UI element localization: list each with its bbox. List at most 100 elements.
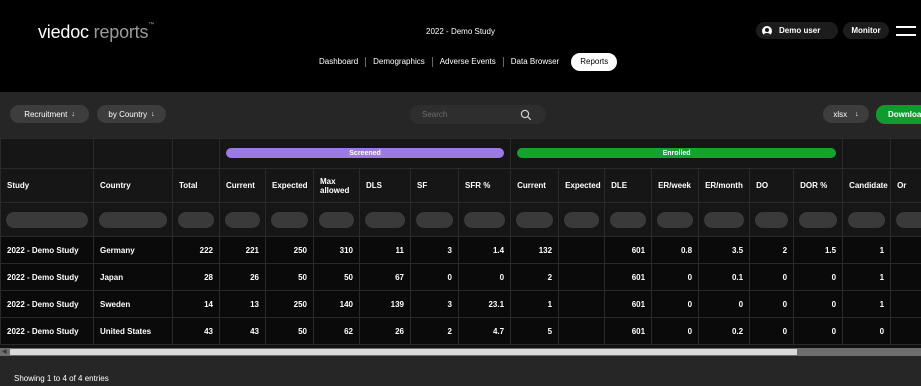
- tab-dashboard[interactable]: Dashboard: [312, 53, 365, 71]
- table-cell: 0: [651, 263, 700, 291]
- table-cell: 4.7: [457, 317, 512, 345]
- screened-group-label: Screened: [226, 148, 505, 158]
- column-filter-input[interactable]: [464, 212, 506, 228]
- column-filter-cell: [510, 202, 560, 237]
- column-header[interactable]: ER/month: [698, 168, 751, 203]
- table-cell: 0: [749, 290, 795, 318]
- column-group-row: Screened Enrolled: [0, 138, 921, 169]
- column-filter-input[interactable]: [896, 212, 921, 228]
- column-filter-input[interactable]: [755, 212, 789, 228]
- group-by-dropdown[interactable]: by Country ↓: [97, 105, 166, 123]
- column-filter-input[interactable]: [178, 212, 214, 228]
- main-nav: Dashboard Demographics Adverse Events Da…: [312, 53, 618, 71]
- table-cell: [558, 317, 606, 345]
- column-filter-cell: [313, 202, 360, 237]
- enrolled-group-label: Enrolled: [517, 148, 837, 158]
- table-cell: 2022 - Demo Study: [0, 290, 94, 318]
- column-header[interactable]: DLE: [604, 168, 653, 203]
- table-cell: 1: [510, 290, 560, 318]
- table-cell: 1: [842, 236, 892, 264]
- tab-demographics[interactable]: Demographics: [366, 53, 432, 71]
- tab-adverse-events[interactable]: Adverse Events: [433, 53, 503, 71]
- column-header[interactable]: Candidate: [842, 168, 892, 203]
- column-header[interactable]: Max allowed: [313, 168, 360, 203]
- table-cell: 222: [172, 236, 220, 264]
- table-cell: Japan: [93, 263, 173, 291]
- column-filter-input[interactable]: [319, 212, 354, 228]
- table-cell: 140: [313, 290, 360, 318]
- column-header[interactable]: Expected: [265, 168, 314, 203]
- table-cell: 0.1: [698, 263, 751, 291]
- table-row[interactable]: 2022 - Demo Study United States 43 43 50 62 26…: [0, 317, 921, 345]
- table-cell: 2: [410, 317, 459, 345]
- horizontal-scrollbar[interactable]: ◀: [0, 348, 921, 356]
- column-filter-input[interactable]: [799, 212, 838, 228]
- column-filter-input[interactable]: [225, 212, 260, 228]
- group-by-label: by Country: [108, 109, 148, 119]
- column-header[interactable]: Or: [890, 168, 921, 203]
- table-cell: 3.5: [698, 236, 751, 264]
- table-cell: 2022 - Demo Study: [0, 263, 94, 291]
- column-filter-input[interactable]: [365, 212, 405, 228]
- table-row[interactable]: 2022 - Demo Study Sweden 14 13 250 140 139 3 23.…: [0, 290, 921, 318]
- hamburger-menu-icon[interactable]: [896, 26, 916, 36]
- table-cell: 2022 - Demo Study: [0, 236, 94, 264]
- user-menu-button[interactable]: Demo user: [756, 22, 838, 39]
- table-cell: 23.1: [457, 290, 512, 318]
- table-cell: 0: [651, 290, 700, 318]
- report-type-dropdown[interactable]: Recruitment ↓: [10, 105, 89, 123]
- table-cell: 2: [749, 236, 795, 264]
- role-monitor-button[interactable]: Monitor: [843, 22, 889, 39]
- table-cell: 50: [265, 317, 314, 345]
- column-filter-input[interactable]: [6, 212, 88, 228]
- tab-reports[interactable]: Reports: [571, 53, 618, 71]
- report-table-container: Screened Enrolled Study Country Total Curre…: [0, 138, 921, 348]
- column-header[interactable]: SF: [410, 168, 459, 203]
- table-cell: 26: [219, 263, 266, 291]
- table-cell: 0: [793, 317, 844, 345]
- column-filter-input[interactable]: [657, 212, 694, 228]
- column-filter-input[interactable]: [99, 212, 167, 228]
- column-header[interactable]: Current: [510, 168, 560, 203]
- table-cell: 50: [313, 263, 360, 291]
- export-format-label: xlsx: [833, 109, 848, 119]
- column-header[interactable]: ER/week: [651, 168, 700, 203]
- column-header[interactable]: DLS: [359, 168, 411, 203]
- column-header[interactable]: Total: [172, 168, 220, 203]
- table-cell: 28: [172, 263, 220, 291]
- scrollbar-thumb[interactable]: [10, 349, 797, 355]
- table-cell: [890, 236, 921, 264]
- table-cell: 139: [359, 290, 411, 318]
- column-filter-input[interactable]: [704, 212, 745, 228]
- column-filter-cell: [890, 202, 921, 237]
- column-filter-input[interactable]: [564, 212, 600, 228]
- column-header-row: Study Country Total Current Expected Max allo…: [0, 168, 921, 203]
- table-cell: 50: [265, 263, 314, 291]
- table-row[interactable]: 2022 - Demo Study Japan 28 26 50 50 67 0 0 2 601 0 0…: [0, 263, 921, 291]
- tab-data-browser[interactable]: Data Browser: [504, 53, 566, 71]
- column-header[interactable]: SFR %: [457, 168, 512, 203]
- table-cell: 43: [172, 317, 220, 345]
- table-cell: Sweden: [93, 290, 173, 318]
- column-header[interactable]: Current: [219, 168, 266, 203]
- column-header[interactable]: DO: [749, 168, 795, 203]
- search-icon[interactable]: [520, 109, 532, 121]
- download-button[interactable]: Download: [876, 105, 921, 124]
- export-format-dropdown[interactable]: xlsx ↓: [823, 105, 869, 123]
- table-cell: 26: [359, 317, 411, 345]
- table-cell: [558, 290, 606, 318]
- scroll-left-arrow-icon[interactable]: ◀: [2, 348, 7, 356]
- column-filter-input[interactable]: [416, 212, 453, 228]
- table-cell: 62: [313, 317, 360, 345]
- column-filter-input[interactable]: [610, 212, 647, 228]
- column-header[interactable]: Expected: [558, 168, 606, 203]
- column-header[interactable]: Country: [93, 168, 173, 203]
- column-filter-input[interactable]: [516, 212, 554, 228]
- arrow-down-icon: ↓: [855, 110, 859, 118]
- table-cell: 310: [313, 236, 360, 264]
- column-header[interactable]: DOR %: [793, 168, 844, 203]
- column-header[interactable]: Study: [0, 168, 94, 203]
- column-filter-input[interactable]: [271, 212, 308, 228]
- table-row[interactable]: 2022 - Demo Study Germany 222 221 250 310 11 3 1…: [0, 236, 921, 264]
- column-filter-input[interactable]: [848, 212, 886, 228]
